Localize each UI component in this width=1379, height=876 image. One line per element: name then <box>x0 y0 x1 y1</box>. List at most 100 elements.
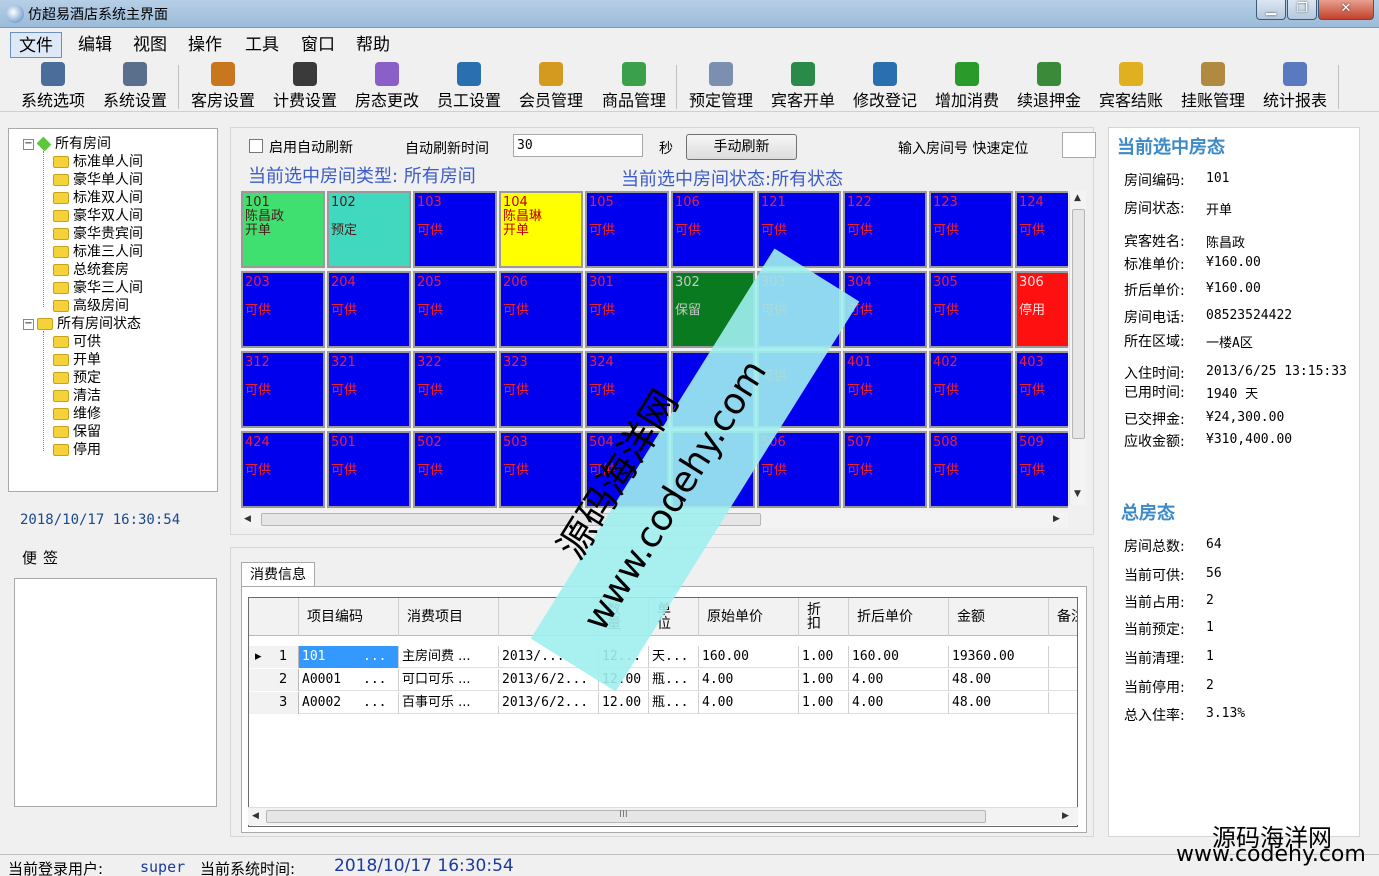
tree-item-room-type[interactable]: 豪华单人间 <box>53 171 143 189</box>
room-tile[interactable]: 104 陈昌琳 开单 <box>499 191 583 268</box>
toolbar-button-11[interactable]: 增加消费 <box>928 59 1006 111</box>
toolbar-button-15[interactable]: 统计报表 <box>1256 59 1334 111</box>
toolbar-button-13[interactable]: 宾客结账 <box>1092 59 1170 111</box>
consume-grid-hscroll-thumb[interactable]: III <box>266 809 986 823</box>
tree-item-state[interactable]: 清洁 <box>53 387 101 405</box>
cell-amount[interactable]: 48.00 <box>949 692 1049 714</box>
maximize-button[interactable]: ❐ <box>1287 0 1317 20</box>
tree-item-state[interactable]: 可供 <box>53 333 101 351</box>
column-header[interactable]: 金额 <box>949 598 1049 636</box>
cell-disc[interactable]: 1.00 <box>799 692 849 714</box>
cell-note[interactable] <box>1049 646 1077 668</box>
manual-refresh-button[interactable]: 手动刷新 <box>686 134 797 160</box>
toolbar-button-10[interactable]: 修改登记 <box>846 59 924 111</box>
minimize-button[interactable]: ▁ <box>1256 0 1286 20</box>
room-tile[interactable]: 203 可供 <box>241 271 325 348</box>
consume-grid[interactable]: 项目编码消费项目数 量单 位原始单价折 扣折后单价金额备注 ▸1101...主房… <box>248 597 1078 827</box>
cell-price[interactable]: 160.00 <box>699 646 799 668</box>
auto-refresh-checkbox[interactable] <box>249 139 263 153</box>
cell-code[interactable]: 101... <box>299 646 399 668</box>
title-bar[interactable]: 仿超易酒店系统主界面 ▁ ❐ ✕ <box>0 0 1379 28</box>
room-tile[interactable]: 101 陈昌政 开单 <box>241 191 325 268</box>
tree-item-state[interactable]: 开单 <box>53 351 101 369</box>
room-tile[interactable]: 124 可供 <box>1015 191 1068 268</box>
tree-item-state[interactable]: 停用 <box>53 441 101 459</box>
cell-dprice[interactable]: 160.00 <box>849 646 949 668</box>
cell-note[interactable] <box>1049 669 1077 691</box>
toolbar-button-0[interactable]: 系统选项 <box>14 59 92 111</box>
room-grid-vscroll-thumb[interactable] <box>1072 209 1085 439</box>
menu-item-5[interactable]: 窗口 <box>293 32 343 58</box>
cell-unit[interactable]: 瓶... <box>649 692 699 714</box>
room-tile[interactable]: 106 可供 <box>671 191 755 268</box>
column-header[interactable]: 折后单价 <box>849 598 949 636</box>
tree-item-room-type[interactable]: 标准单人间 <box>53 153 143 171</box>
cell-amount[interactable]: 19360.00 <box>949 646 1049 668</box>
cell-disc[interactable]: 1.00 <box>799 669 849 691</box>
room-tile[interactable]: 105 可供 <box>585 191 669 268</box>
toolbar-button-12[interactable]: 续退押金 <box>1010 59 1088 111</box>
tree-item-room-type[interactable]: 标准三人间 <box>53 243 143 261</box>
cell-date[interactable]: 2013/6/2... <box>499 692 599 714</box>
cell-price[interactable]: 4.00 <box>699 692 799 714</box>
room-tile[interactable]: 507 可供 <box>843 431 927 508</box>
menu-item-4[interactable]: 工具 <box>237 32 287 58</box>
room-tile[interactable]: 103 可供 <box>413 191 497 268</box>
room-tile[interactable]: 205 可供 <box>413 271 497 348</box>
room-tile[interactable]: 206 可供 <box>499 271 583 348</box>
cell-dprice[interactable]: 4.00 <box>849 669 949 691</box>
toolbar-button-8[interactable]: 预定管理 <box>682 59 760 111</box>
menu-item-0[interactable]: 文件 <box>10 32 62 58</box>
tree-root-all-rooms[interactable]: − 所有房间 <box>23 135 111 153</box>
tree-item-room-type[interactable]: 豪华贵宾间 <box>53 225 143 243</box>
cell-qty[interactable]: 12.00 <box>599 692 649 714</box>
room-tile[interactable]: 304 可供 <box>843 271 927 348</box>
table-row[interactable]: ▸1101...主房间费 ...2013/...12...天...160.001… <box>249 646 1077 668</box>
toolbar-button-5[interactable]: 员工设置 <box>430 59 508 111</box>
room-tile[interactable]: 321 可供 <box>327 351 411 428</box>
tree-item-state[interactable]: 保留 <box>53 423 101 441</box>
room-tile[interactable]: 301 可供 <box>585 271 669 348</box>
close-button[interactable]: ✕ <box>1318 0 1374 20</box>
toolbar-button-3[interactable]: 计费设置 <box>266 59 344 111</box>
tree-root-all-states[interactable]: − 所有房间状态 <box>23 315 141 333</box>
column-header[interactable]: 折 扣 <box>799 598 849 636</box>
tree-item-room-type[interactable]: 豪华三人间 <box>53 279 143 297</box>
cell-item[interactable]: 百事可乐 ... <box>399 692 499 714</box>
menu-item-2[interactable]: 视图 <box>125 32 175 58</box>
table-row[interactable]: 3 A0002... 百事可乐 ... 2013/6/2... 12.00 瓶... 4.0… <box>249 692 1077 714</box>
room-locate-input[interactable] <box>1062 132 1096 158</box>
room-tile[interactable]: 204 可供 <box>327 271 411 348</box>
collapse-icon[interactable]: − <box>23 138 34 150</box>
toolbar-button-4[interactable]: 房态更改 <box>348 59 426 111</box>
column-header[interactable]: 备注 <box>1049 598 1077 636</box>
tab-consume-info[interactable]: 消费信息 <box>241 562 315 587</box>
cell-note[interactable] <box>1049 692 1077 714</box>
toolbar-button-14[interactable]: 挂账管理 <box>1174 59 1252 111</box>
toolbar-button-6[interactable]: 会员管理 <box>512 59 590 111</box>
scroll-right-icon[interactable]: ▶ <box>1062 811 1069 821</box>
consume-grid-hscroll[interactable]: ◀ III ▶ <box>248 807 1078 825</box>
tree-item-room-type[interactable]: 总统套房 <box>53 261 129 279</box>
cell-code[interactable]: A0002... <box>299 692 399 714</box>
toolbar-button-2[interactable]: 客房设置 <box>184 59 262 111</box>
room-tile[interactable]: 323 可供 <box>499 351 583 428</box>
room-tile[interactable]: 122 可供 <box>843 191 927 268</box>
room-tile[interactable]: 123 可供 <box>929 191 1013 268</box>
collapse-icon[interactable]: − <box>23 318 34 330</box>
scroll-left-icon[interactable]: ◀ <box>244 514 251 524</box>
cell-code[interactable]: A0001... <box>299 669 399 691</box>
room-tile[interactable]: 403 可供 <box>1015 351 1068 428</box>
cell-unit[interactable]: 天... <box>649 646 699 668</box>
tree-item-state[interactable]: 维修 <box>53 405 101 423</box>
cell-item[interactable]: 主房间费 ... <box>399 646 499 668</box>
room-tile[interactable]: 402 可供 <box>929 351 1013 428</box>
cell-price[interactable]: 4.00 <box>699 669 799 691</box>
tree-item-state[interactable]: 预定 <box>53 369 101 387</box>
cell-dprice[interactable]: 4.00 <box>849 692 949 714</box>
room-tile[interactable]: 502 可供 <box>413 431 497 508</box>
room-tile[interactable]: 509 可供 <box>1015 431 1068 508</box>
room-grid-vscroll[interactable]: ▲ ▼ <box>1069 191 1086 505</box>
scroll-down-icon[interactable]: ▼ <box>1074 489 1081 499</box>
column-header[interactable]: 原始单价 <box>699 598 799 636</box>
